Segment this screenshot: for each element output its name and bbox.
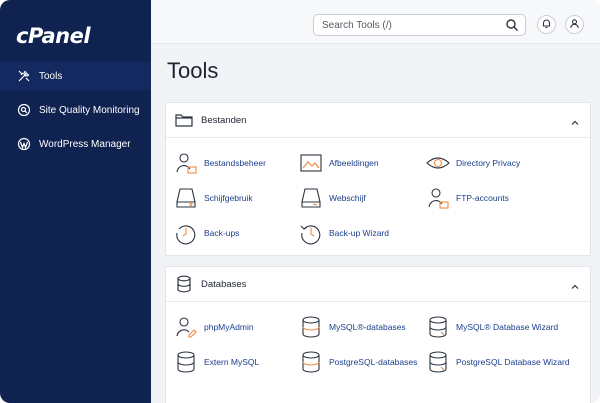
web-disk-icon [299,186,323,210]
chevron-up-icon[interactable] [570,279,580,289]
file-manager-icon [174,151,198,175]
database-icon [175,275,193,293]
sidebar-item-label: WordPress Manager [39,138,131,150]
tool-label: PostgreSQL Database Wizard [456,357,570,367]
tool-postgresql-databases[interactable]: PostgreSQL-databases [299,349,417,375]
tool-phpmyadmin[interactable]: phpMyAdmin [174,314,254,340]
tool-label: Directory Privacy [456,158,521,168]
sidebar-item-label: Site Quality Monitoring [39,104,140,116]
tool-mysql-databases[interactable]: MySQL®-databases [299,314,406,340]
tool-label: Bestandsbeheer [204,158,266,168]
ftp-accounts-icon [426,186,450,210]
search-placeholder: Search Tools (/) [322,19,392,31]
user-icon [569,16,580,34]
tool-bestandsbeheer[interactable]: Bestandsbeheer [174,150,266,176]
tool-label: Back-ups [204,228,240,238]
tool-label: MySQL®-databases [329,322,406,332]
sidebar-item-label: Tools [39,70,63,82]
tool-label: Extern MySQL [204,357,260,367]
tool-schijfgebruik[interactable]: Schijfgebruik [174,185,253,211]
sidebar-item-tools[interactable]: Tools [0,62,151,90]
sidebar: cPanel Tools Site Quality Monitoring Wor… [0,0,151,403]
images-icon [299,151,323,175]
app-window: cPanel Tools Site Quality Monitoring Wor… [0,0,600,403]
site-quality-icon [16,102,32,118]
remote-mysql-icon [174,350,198,374]
user-menu-button[interactable] [565,15,584,34]
backups-icon [174,221,198,245]
tool-back-ups[interactable]: Back-ups [174,220,239,246]
wordpress-icon [16,136,32,152]
tool-back-up-wizard[interactable]: Back-up Wizard [299,220,389,246]
tool-webschijf[interactable]: Webschijf [299,185,366,211]
section-bestanden: Bestanden Bestandsbeheer Afbeeldingen Di… [165,102,591,256]
section-title: Bestanden [201,114,247,126]
tool-ftp-accounts[interactable]: FTP-accounts [426,185,509,211]
tool-directory-privacy[interactable]: Directory Privacy [426,150,520,176]
tool-label: MySQL® Database Wizard [456,322,559,332]
sidebar-item-site-quality[interactable]: Site Quality Monitoring [0,96,151,124]
tool-label: phpMyAdmin [204,322,254,332]
tool-label: Afbeeldingen [329,158,379,168]
section-header[interactable]: Bestanden [166,103,590,138]
phpmyadmin-icon [174,315,198,339]
page-title: Tools [167,58,219,83]
cpanel-logo[interactable]: cPanel [16,24,91,48]
section-databases: Databases phpMyAdmin MySQL®-databases My… [165,266,591,403]
tool-afbeeldingen[interactable]: Afbeeldingen [299,150,379,176]
tool-label: Webschijf [329,193,366,203]
tool-label: Back-up Wizard [329,228,389,238]
tools-icon [16,68,32,84]
postgresql-databases-icon [299,350,323,374]
tool-label: PostgreSQL-databases [329,357,418,367]
search-input[interactable]: Search Tools (/) [313,14,526,36]
top-bar: Search Tools (/) [151,0,600,44]
tool-extern-mysql[interactable]: Extern MySQL [174,349,259,375]
bell-icon [541,16,552,34]
tool-label: FTP-accounts [456,193,509,203]
folder-icon [175,111,193,129]
mysql-wizard-icon [426,315,450,339]
disk-usage-icon [174,186,198,210]
chevron-up-icon[interactable] [570,115,580,125]
main-content: Search Tools (/) Tools Bestanden Bestand… [151,0,600,403]
sidebar-item-wordpress[interactable]: WordPress Manager [0,130,151,158]
tool-label: Schijfgebruik [204,193,253,203]
notifications-button[interactable] [537,15,556,34]
mysql-databases-icon [299,315,323,339]
tool-postgresql-database-wizard[interactable]: PostgreSQL Database Wizard [426,349,570,375]
sidebar-nav: Tools Site Quality Monitoring WordPress … [0,62,151,164]
directory-privacy-icon [426,151,450,175]
search-icon[interactable] [505,18,519,32]
backup-wizard-icon [299,221,323,245]
section-header[interactable]: Databases [166,267,590,302]
postgresql-wizard-icon [426,350,450,374]
tool-mysql-database-wizard[interactable]: MySQL® Database Wizard [426,314,558,340]
section-title: Databases [201,278,247,290]
